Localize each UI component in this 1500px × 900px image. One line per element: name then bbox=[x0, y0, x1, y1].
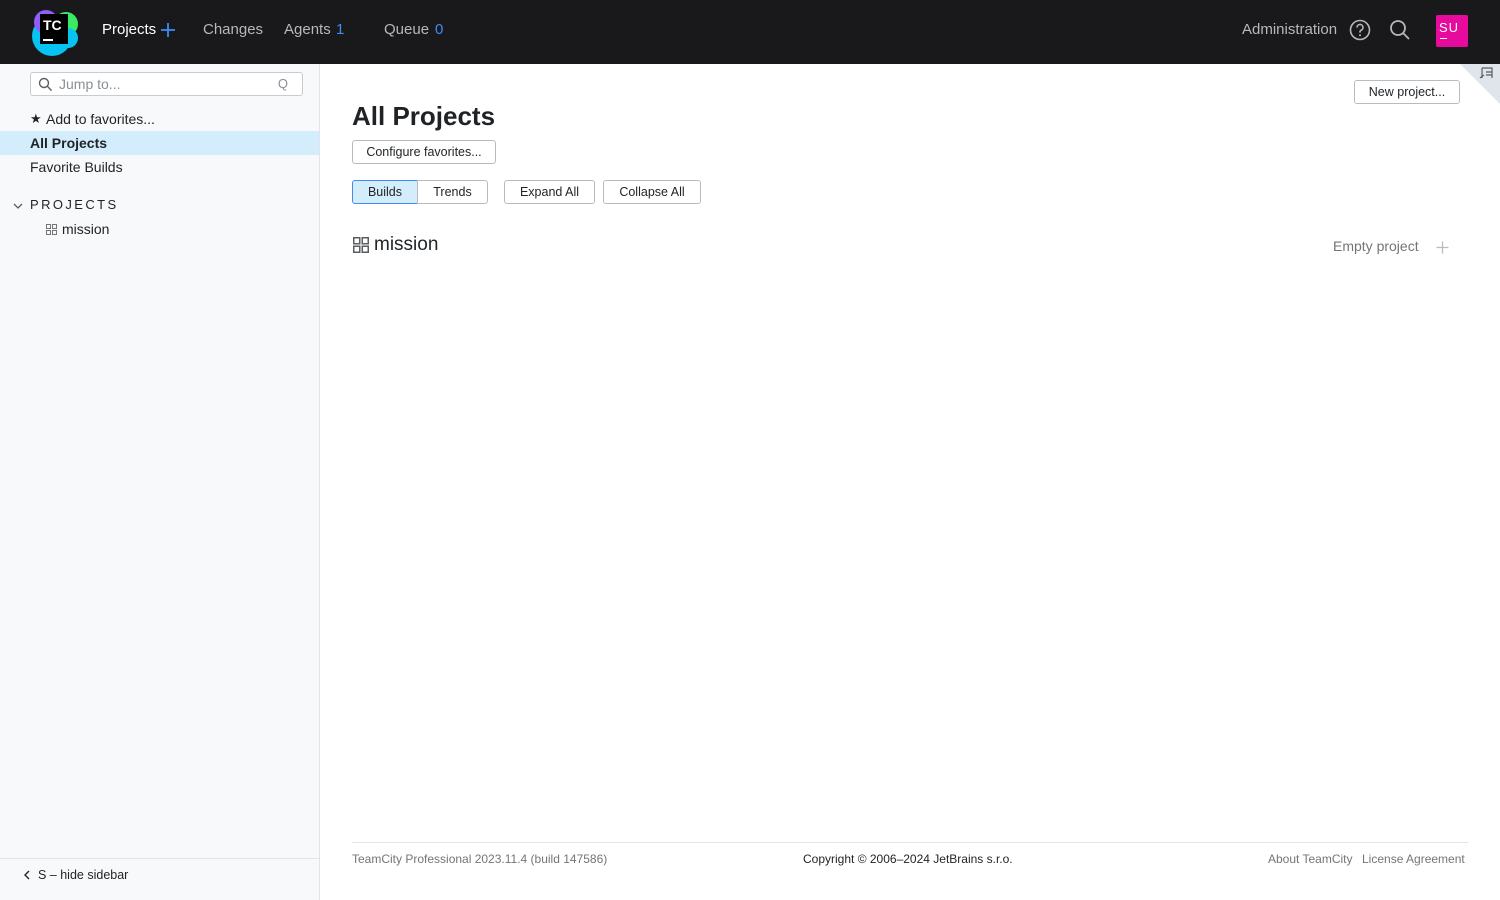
star-icon: ★ bbox=[30, 111, 42, 126]
project-status-label: Empty project bbox=[1333, 238, 1419, 254]
search-shortcut-hint: Q bbox=[277, 76, 288, 91]
agents-count-badge[interactable]: 1 bbox=[336, 0, 344, 64]
queue-count-badge[interactable]: 0 bbox=[435, 0, 443, 64]
tab-builds[interactable]: Builds bbox=[352, 180, 418, 204]
help-icon[interactable] bbox=[1348, 18, 1372, 42]
top-navbar: TC Projects Changes Agents 1 Queue 0 Adm… bbox=[0, 0, 1500, 64]
tab-trends[interactable]: Trends bbox=[417, 180, 488, 204]
footer-divider bbox=[352, 842, 1468, 843]
plus-icon[interactable] bbox=[159, 21, 177, 39]
expand-all-button[interactable]: Expand All bbox=[504, 180, 595, 204]
nav-projects[interactable]: Projects bbox=[102, 0, 156, 64]
nav-agents[interactable]: Agents bbox=[284, 0, 331, 64]
nav-queue[interactable]: Queue bbox=[384, 0, 429, 64]
sidebar-item-label: Favorite Builds bbox=[30, 159, 123, 175]
sidebar-item-favorite-builds[interactable]: Favorite Builds bbox=[0, 155, 319, 179]
configure-favorites-button[interactable]: Configure favorites... bbox=[352, 140, 496, 164]
new-project-button[interactable]: New project... bbox=[1354, 80, 1460, 104]
nav-changes[interactable]: Changes bbox=[203, 0, 263, 64]
sidebar-item-label: All Projects bbox=[30, 135, 108, 151]
plus-icon[interactable] bbox=[1436, 241, 1449, 254]
footer-about-link[interactable]: About TeamCity bbox=[1268, 852, 1353, 866]
teamcity-logo[interactable]: TC bbox=[30, 8, 80, 56]
hide-sidebar-label: S – hide sidebar bbox=[38, 868, 129, 882]
collapse-all-button[interactable]: Collapse All bbox=[603, 180, 701, 204]
avatar-underline bbox=[1440, 38, 1447, 39]
jump-to-input[interactable] bbox=[59, 74, 269, 94]
footer-copyright: Copyright © 2006–2024 JetBrains s.r.o. bbox=[803, 852, 1013, 866]
hide-sidebar-button[interactable]: S – hide sidebar bbox=[0, 858, 319, 900]
project-row-title-mission[interactable]: mission bbox=[374, 234, 438, 256]
nav-administration[interactable]: Administration bbox=[1242, 0, 1337, 64]
sidebar-project-label: mission bbox=[62, 221, 110, 237]
sidebar: Q ★ Add to favorites... All Projects Fav… bbox=[0, 64, 320, 900]
chevron-left-icon bbox=[24, 870, 30, 880]
add-to-favorites-label: Add to favorites... bbox=[46, 111, 155, 127]
add-to-favorites-link[interactable]: ★ Add to favorites... bbox=[0, 107, 319, 131]
experimental-ui-corner-icon[interactable] bbox=[1460, 64, 1500, 104]
sidebar-item-all-projects[interactable]: All Projects bbox=[0, 131, 319, 155]
chevron-down-icon[interactable] bbox=[12, 200, 24, 212]
projects-section-heading: PROJECTS bbox=[30, 197, 119, 212]
footer-version: TeamCity Professional 2023.11.4 (build 1… bbox=[352, 852, 608, 866]
project-icon bbox=[46, 224, 57, 235]
footer-license-link[interactable]: License Agreement bbox=[1362, 852, 1465, 866]
avatar-initials: SU bbox=[1439, 20, 1460, 35]
project-icon bbox=[353, 237, 369, 253]
page-title: All Projects bbox=[352, 101, 496, 131]
jump-to-search[interactable]: Q bbox=[30, 72, 303, 96]
logo-text: TC bbox=[43, 17, 62, 33]
search-icon bbox=[38, 77, 53, 92]
search-icon[interactable] bbox=[1388, 18, 1412, 42]
user-avatar[interactable]: SU bbox=[1436, 15, 1468, 47]
